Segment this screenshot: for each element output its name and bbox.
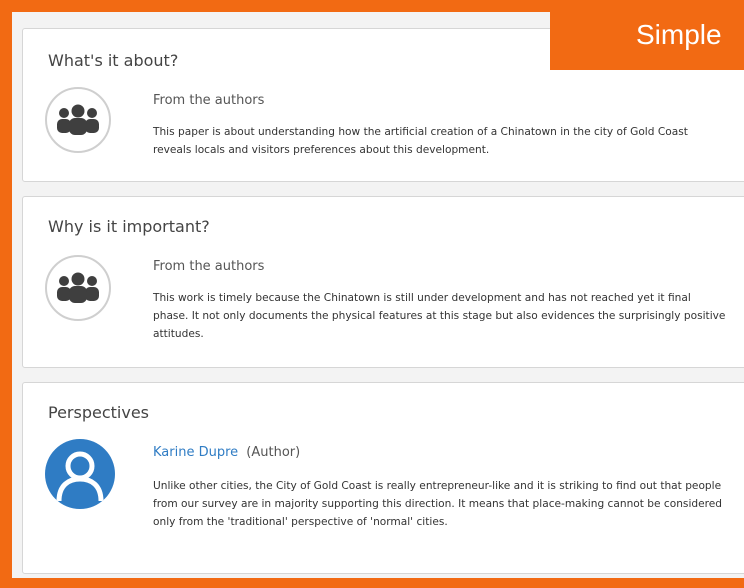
author-line: Karine Dupre (Author) [153,445,300,460]
group-people-icon [45,87,111,153]
section-card-importance: Why is it important? From the authors Th… [22,196,744,368]
section-title: Why is it important? [48,217,210,236]
simple-tab[interactable]: Simple [550,0,744,70]
section-text: Unlike other cities, the City of Gold Co… [153,480,723,528]
section-source: From the authors [153,259,265,274]
section-text: This work is timely because the Chinatow… [153,292,726,340]
section-title: What's it about? [48,51,179,70]
user-avatar-icon [45,439,115,509]
group-people-icon [45,255,111,321]
author-name-link[interactable]: Karine Dupre [153,445,238,460]
section-source: From the authors [153,93,265,108]
section-text: This paper is about understanding how th… [153,126,688,156]
section-title: Perspectives [48,403,149,422]
author-role: (Author) [246,445,301,460]
section-card-perspectives: Perspectives Karine Dupre (Author) Unlik… [22,382,744,574]
